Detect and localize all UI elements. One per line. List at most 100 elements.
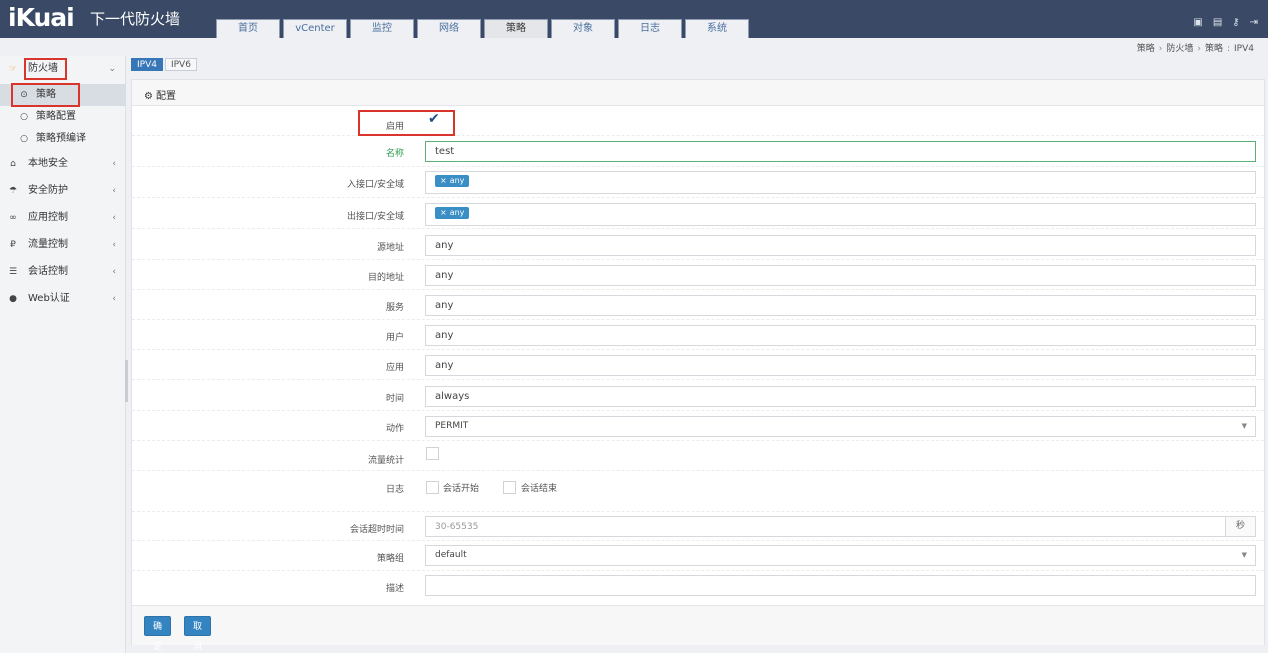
app-input[interactable]: any xyxy=(425,355,1256,376)
remove-icon[interactable]: × xyxy=(440,208,447,217)
breadcrumb-item[interactable]: 防火墙 xyxy=(1166,44,1193,54)
action-value: PERMIT xyxy=(435,421,469,431)
row-user: 用户 any xyxy=(132,320,1264,350)
tag-text: any xyxy=(449,176,465,185)
out-interface-input[interactable]: × any xyxy=(425,203,1256,226)
any-tag[interactable]: × any xyxy=(435,207,470,219)
sidebar-item-policy-config[interactable]: ○ 策略配置 xyxy=(0,106,126,128)
row-action: 动作 PERMIT ▼ xyxy=(132,411,1264,441)
destination-address-input[interactable]: any xyxy=(425,265,1256,286)
sidebar-item-label: 会话控制 xyxy=(28,266,68,277)
caret-down-icon: ▼ xyxy=(1241,422,1247,430)
traffic-stats-label: 流量统计 xyxy=(367,456,404,466)
description-input[interactable] xyxy=(425,575,1256,596)
row-name: 名称 test xyxy=(132,136,1264,167)
log-session-start-checkbox[interactable] xyxy=(426,481,439,494)
breadcrumb-separator: : xyxy=(1226,44,1231,54)
chevron-left-icon: ‹ xyxy=(112,267,116,277)
row-policy-group: 策略组 default ▼ xyxy=(132,541,1264,571)
chevron-left-icon: ‹ xyxy=(112,213,116,223)
sidebar-item-app-control[interactable]: ∞ 应用控制 ‹ xyxy=(0,207,126,229)
ikuai-logo: iKuai xyxy=(8,3,75,32)
sidebar-item-label: 流量控制 xyxy=(28,239,68,250)
traffic-stats-checkbox[interactable] xyxy=(426,447,439,460)
user-input[interactable]: any xyxy=(425,325,1256,346)
sidebar-item-local-security[interactable]: ⌂ 本地安全 ‹ xyxy=(0,153,126,175)
home-icon: ⌂ xyxy=(10,159,16,169)
sidebar-item-label: 防火墙 xyxy=(28,63,58,74)
nav-tab-object[interactable]: 对象 xyxy=(551,19,615,38)
chevron-left-icon: ‹ xyxy=(112,159,116,169)
service-input[interactable]: any xyxy=(425,295,1256,316)
radio-selected-icon: ⊙ xyxy=(20,90,28,100)
radio-icon: ○ xyxy=(20,134,28,144)
in-interface-input[interactable]: × any xyxy=(425,171,1256,194)
time-input[interactable]: always xyxy=(425,386,1256,407)
sidebar-item-label: 应用控制 xyxy=(28,212,68,223)
nav-tab-policy[interactable]: 策略 xyxy=(484,19,548,38)
link-icon: ∞ xyxy=(9,213,17,223)
cancel-button[interactable]: 取消 xyxy=(184,616,212,652)
service-label: 服务 xyxy=(385,303,404,313)
sidebar-resize-handle[interactable] xyxy=(125,360,128,402)
tag-text: any xyxy=(449,208,465,217)
nav-tab-network[interactable]: 网络 xyxy=(417,19,481,38)
row-description: 描述 xyxy=(132,571,1264,601)
remove-icon[interactable]: × xyxy=(440,176,447,185)
row-enable: 启用 ✔ xyxy=(132,110,1264,136)
user-label: 用户 xyxy=(385,333,404,343)
description-label: 描述 xyxy=(385,584,404,594)
sidebar-item-label: Web认证 xyxy=(28,293,70,304)
save-icon[interactable]: ▤ xyxy=(1213,17,1222,29)
sliders-icon: ☰ xyxy=(8,267,18,277)
sidebar-item-firewall[interactable]: ☞ 防火墙 ⌄ xyxy=(0,58,126,80)
nav-tab-vcenter[interactable]: vCenter xyxy=(283,19,347,38)
session-timeout-label: 会话超时时间 xyxy=(349,525,404,535)
any-tag[interactable]: × any xyxy=(435,175,470,187)
nav-tab-log[interactable]: 日志 xyxy=(618,19,682,38)
nav-tab-home[interactable]: 首页 xyxy=(216,19,280,38)
sidebar-item-label: 本地安全 xyxy=(28,158,68,169)
app-label: 应用 xyxy=(385,363,404,373)
nav-tab-monitor[interactable]: 监控 xyxy=(350,19,414,38)
breadcrumb-item[interactable]: 策略 xyxy=(1205,44,1223,54)
row-service: 服务 any xyxy=(132,290,1264,320)
policy-group-select[interactable]: default ▼ xyxy=(425,545,1256,566)
log-session-end-checkbox[interactable] xyxy=(503,481,516,494)
sidebar-item-session-control[interactable]: ☰ 会话控制 ‹ xyxy=(0,261,126,283)
session-timeout-input[interactable]: 30-65535 秒 xyxy=(425,516,1256,537)
panel-header: ⚙ 配置 xyxy=(132,80,1264,106)
product-name: 下一代防火墙 xyxy=(90,10,181,28)
out-interface-label: 出接口/安全域 xyxy=(346,212,404,222)
sidebar-item-web-auth[interactable]: ● Web认证 ‹ xyxy=(0,288,126,310)
breadcrumb-item[interactable]: 策略 xyxy=(1137,44,1155,54)
action-select[interactable]: PERMIT ▼ xyxy=(425,416,1256,437)
chevron-left-icon: ‹ xyxy=(112,294,116,304)
sidebar-item-traffic-control[interactable]: ₽ 流量控制 ‹ xyxy=(0,234,126,256)
enable-checkbox[interactable]: ✔ xyxy=(428,112,440,126)
row-in-interface: 入接口/安全域 × any xyxy=(132,167,1264,198)
session-timeout-placeholder: 30-65535 xyxy=(435,522,479,532)
name-label: 名称 xyxy=(385,149,404,159)
key-icon[interactable]: ⚷ xyxy=(1232,17,1239,29)
document-icon[interactable]: ▣ xyxy=(1193,17,1202,29)
sidebar-item-label: 策略预编译 xyxy=(36,133,86,144)
tab-ipv6[interactable]: IPV6 xyxy=(164,58,197,71)
sidebar-item-label: 策略配置 xyxy=(36,111,76,122)
breadcrumb-separator: › xyxy=(1158,44,1163,54)
sidebar-item-policy-precompile[interactable]: ○ 策略预编译 xyxy=(0,128,126,150)
source-address-input[interactable]: any xyxy=(425,235,1256,256)
logout-icon[interactable]: ⇥ xyxy=(1250,17,1258,29)
row-session-timeout: 会话超时时间 30-65535 秒 xyxy=(132,511,1264,541)
action-label: 动作 xyxy=(385,424,404,434)
ok-button[interactable]: 确定 xyxy=(144,616,172,652)
nav-tab-system[interactable]: 系统 xyxy=(685,19,749,38)
gear-icon: ⚙ xyxy=(144,91,153,102)
sidebar-item-policy[interactable]: ⊙ 策略 xyxy=(0,84,126,106)
source-label: 源地址 xyxy=(376,243,404,253)
name-input[interactable]: test xyxy=(425,141,1256,162)
radio-icon: ○ xyxy=(20,112,28,122)
ruble-icon: ₽ xyxy=(10,240,16,250)
sidebar-item-security-protection[interactable]: ☂ 安全防护 ‹ xyxy=(0,180,126,202)
tab-ipv4[interactable]: IPV4 xyxy=(131,58,163,71)
